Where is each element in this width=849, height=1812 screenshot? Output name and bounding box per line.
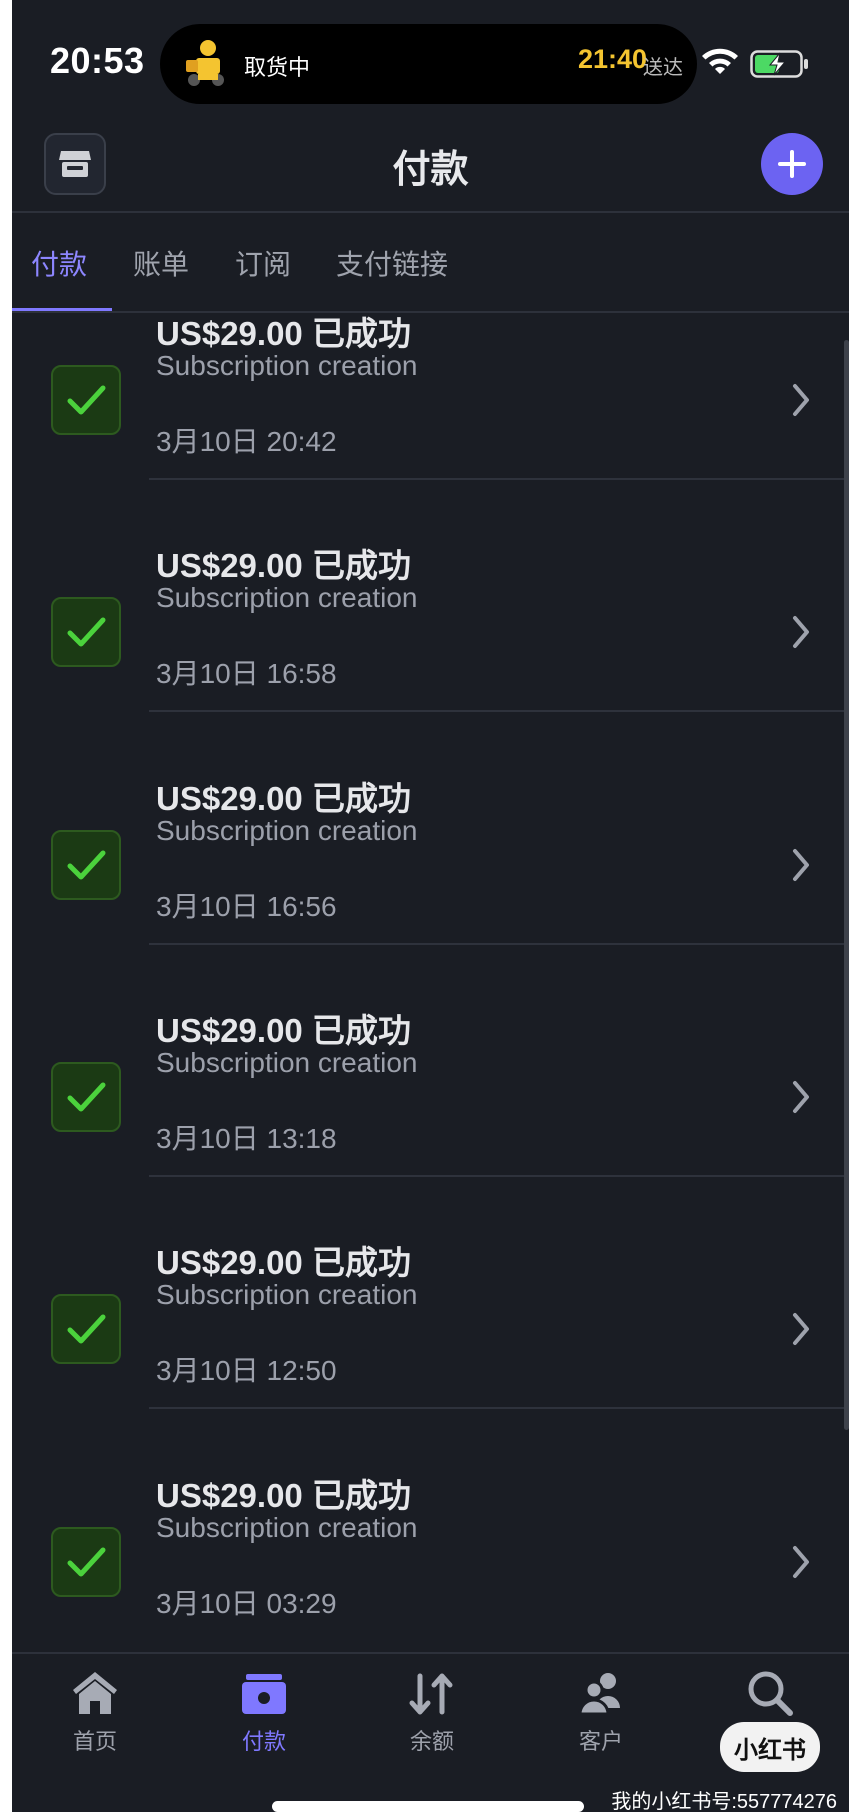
- app-screen: 20:53 取货中 21:40 送达 付款 付款 账单 订阅 支付链接 US$2…: [12, 0, 849, 1812]
- checkmark-icon: [67, 1082, 106, 1112]
- delivery-status: 取货中: [244, 55, 311, 80]
- chevron-right-icon: [793, 1313, 809, 1346]
- chevron-right-icon: [793, 616, 809, 649]
- payment-description: Subscription creation: [156, 582, 418, 614]
- success-check-icon: [51, 829, 121, 900]
- success-check-icon: [51, 365, 121, 435]
- delivery-eta-label: 送达: [643, 57, 683, 79]
- header-divider: [12, 211, 849, 213]
- row-divider: [149, 1174, 849, 1177]
- payment-amount: US$29.00 已成功: [156, 547, 411, 585]
- nav-balance[interactable]: 余额: [372, 1668, 492, 1756]
- battery-charging-icon: [750, 50, 808, 78]
- payment-description: Subscription creation: [156, 1046, 418, 1078]
- wifi-icon: [702, 48, 738, 74]
- payment-row[interactable]: US$29.00 已成功 Subscription creation 3月10日 0…: [12, 1460, 849, 1654]
- payment-date: 3月10日 16:56: [156, 890, 337, 922]
- row-divider: [149, 942, 849, 945]
- payment-amount: US$29.00 已成功: [156, 1011, 411, 1049]
- tab-subscriptions[interactable]: 订阅: [235, 243, 291, 283]
- customers-icon: [578, 1673, 620, 1716]
- checkmark-icon: [67, 1314, 106, 1344]
- row-divider: [149, 710, 849, 713]
- payment-list[interactable]: US$29.00 已成功 Subscription creation 3月10日 2…: [12, 313, 849, 1653]
- payment-date: 3月10日 12:50: [156, 1355, 337, 1387]
- payment-description: Subscription creation: [156, 1511, 418, 1543]
- home-indicator[interactable]: [272, 1801, 584, 1812]
- live-activity-island[interactable]: 取货中 21:40 送达: [160, 24, 697, 104]
- payment-date: 3月10日 03:29: [156, 1587, 337, 1619]
- watermark-text: 我的小红书号:557774276: [611, 1791, 837, 1812]
- transfer-arrows-icon: [409, 1673, 453, 1715]
- payment-row[interactable]: US$29.00 已成功 Subscription creation 3月10日 1…: [12, 763, 849, 995]
- payment-row[interactable]: US$29.00 已成功 Subscription creation 3月10日 1…: [12, 530, 849, 762]
- delivery-courier-icon: [186, 40, 224, 86]
- success-check-icon: [51, 597, 121, 668]
- chevron-right-icon: [793, 384, 809, 416]
- success-check-icon: [51, 1294, 121, 1365]
- chevron-right-icon: [793, 1080, 809, 1113]
- nav-payments-label: 付款: [241, 1729, 286, 1754]
- payment-row[interactable]: US$29.00 已成功 Subscription creation 3月10日 2…: [12, 313, 849, 530]
- checkmark-icon: [67, 385, 106, 415]
- status-time: 20:53: [50, 40, 145, 81]
- payment-date: 3月10日 16:58: [156, 658, 337, 690]
- payment-description: Subscription creation: [156, 350, 418, 381]
- plus-icon: [778, 150, 806, 178]
- checkmark-icon: [67, 1547, 106, 1576]
- delivery-eta-time: 21:40: [578, 44, 648, 74]
- payments-icon: [242, 1674, 286, 1714]
- payment-amount: US$29.00 已成功: [156, 1476, 411, 1514]
- payment-row[interactable]: US$29.00 已成功 Subscription creation 3月10日 1…: [12, 1227, 849, 1459]
- nav-home[interactable]: 首页: [35, 1668, 155, 1756]
- checkmark-icon: [67, 617, 106, 647]
- nav-payments[interactable]: 付款: [204, 1668, 324, 1756]
- tab-payment-links[interactable]: 支付链接: [336, 243, 448, 283]
- row-divider: [149, 1407, 849, 1410]
- success-check-icon: [51, 1526, 121, 1597]
- chevron-right-icon: [793, 848, 809, 881]
- scrollbar[interactable]: [844, 340, 849, 1430]
- payment-amount: US$29.00 已成功: [156, 1244, 411, 1282]
- nav-customers-label: 客户: [578, 1729, 623, 1754]
- payment-date: 3月10日 20:42: [156, 426, 337, 457]
- payment-amount: US$29.00 已成功: [156, 315, 411, 352]
- checkmark-icon: [67, 850, 106, 880]
- nav-customers[interactable]: 客户: [541, 1668, 661, 1756]
- tab-payments[interactable]: 付款: [31, 243, 87, 283]
- payment-description: Subscription creation: [156, 814, 418, 846]
- nav-balance-label: 余额: [409, 1729, 454, 1754]
- add-payment-button[interactable]: [761, 133, 823, 195]
- payment-description: Subscription creation: [156, 1279, 418, 1311]
- search-icon: [748, 1671, 793, 1716]
- page-title: 付款: [392, 149, 469, 191]
- nav-home-label: 首页: [72, 1729, 117, 1754]
- row-divider: [149, 478, 849, 480]
- payment-amount: US$29.00 已成功: [156, 779, 411, 817]
- payment-date: 3月10日 13:18: [156, 1122, 337, 1154]
- xiaohongshu-logo: 小红书: [720, 1722, 820, 1772]
- payment-row[interactable]: US$29.00 已成功 Subscription creation 3月10日 1…: [12, 995, 849, 1227]
- chevron-right-icon: [793, 1545, 809, 1578]
- tab-invoices[interactable]: 账单: [133, 243, 189, 283]
- home-icon: [73, 1672, 117, 1714]
- nav-search[interactable]: [710, 1668, 830, 1724]
- success-check-icon: [51, 1061, 121, 1132]
- nav-divider: [12, 1652, 849, 1654]
